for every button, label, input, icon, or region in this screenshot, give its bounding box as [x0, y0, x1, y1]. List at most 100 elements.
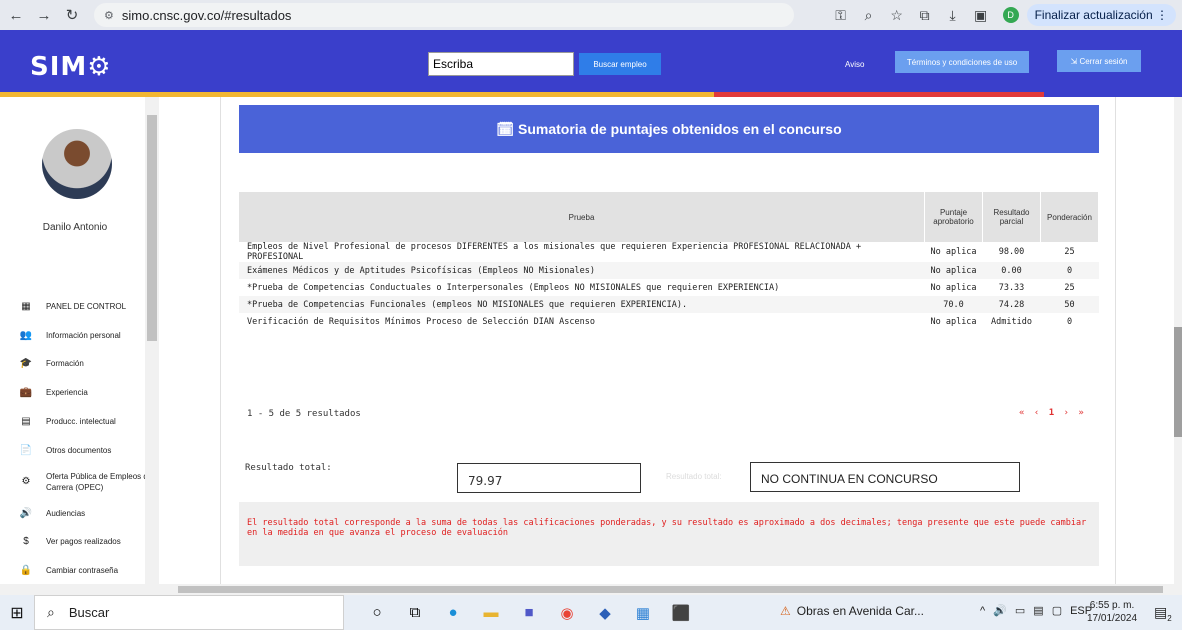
horizontal-scroll-thumb[interactable]	[178, 586, 1163, 593]
clock-date: 17/01/2024	[1087, 613, 1138, 624]
prev-page-button[interactable]: ‹	[1034, 408, 1039, 418]
url-text: simo.cnsc.gov.co/#resultados	[121, 7, 292, 23]
table-row: Exámenes Médicos y de Aptitudes Psicofís…	[239, 262, 1099, 279]
next-page-button[interactable]: ›	[1064, 408, 1069, 418]
audio-icon: 🔊	[19, 507, 33, 519]
results-table: Prueba Puntaje aprobatorio Resultado par…	[239, 192, 1099, 330]
cell-prueba: Verificación de Requisitos Mínimos Proce…	[247, 316, 595, 327]
sidebar-item-pagos[interactable]: $ Ver pagos realizados	[18, 528, 156, 557]
cortana-icon[interactable]: ○	[358, 604, 396, 621]
col-prueba: Prueba	[239, 192, 926, 242]
teams-icon[interactable]: ■	[510, 604, 548, 621]
network-icon[interactable]: ▤	[1033, 604, 1043, 617]
notification-icon[interactable]: ▤2	[1154, 604, 1172, 623]
terms-button[interactable]: Términos y condiciones de uso	[895, 51, 1029, 73]
last-page-button[interactable]: »	[1078, 408, 1083, 418]
cell-ponderacion: 0	[1040, 262, 1099, 279]
file-explorer-icon[interactable]: ▬	[472, 604, 510, 621]
taskbar-search[interactable]: ⌕ Buscar	[34, 595, 344, 630]
sidebar-scroll-thumb[interactable]	[147, 115, 157, 341]
sidebar-item-produccion[interactable]: ▤ Producc. intelectual	[18, 407, 156, 436]
sidebar-item-label: Otros documentos	[46, 445, 112, 455]
task-view-icon[interactable]: ⧉	[396, 604, 434, 621]
sidebar-item-label: Experiencia	[46, 388, 88, 398]
profile-avatar[interactable]: D	[1002, 7, 1019, 23]
address-bar[interactable]: ⚙ simo.cnsc.gov.co/#resultados	[94, 3, 794, 27]
cell-resultado: 98.00	[998, 247, 1025, 257]
results-count: 1 - 5 de 5 resultados	[247, 409, 361, 419]
page-scroll-thumb[interactable]	[1174, 327, 1182, 437]
table-row: *Prueba de Competencias Conductuales o I…	[239, 279, 1099, 296]
sidebar-item-experiencia[interactable]: 💼 Experiencia	[18, 378, 156, 407]
site-header: SIM⚙ Escriba Buscar empleo Aviso Término…	[0, 30, 1182, 92]
volume-icon[interactable]: 🔊	[993, 604, 1007, 617]
table-row: *Prueba de Competencias Funcionales (emp…	[239, 296, 1099, 313]
lock-icon: 🔒	[19, 565, 33, 577]
clock[interactable]: 6:55 p. m. 17/01/2024	[1087, 599, 1137, 625]
cell-ponderacion: 0	[1066, 316, 1073, 327]
back-icon[interactable]: ←	[4, 3, 28, 27]
results-banner: 🗓 Sumatoria de puntajes obtenidos en el …	[239, 105, 1099, 153]
sidepanel-icon[interactable]: ▣	[967, 7, 995, 24]
chrome-icon[interactable]: ◉	[548, 604, 586, 622]
download-icon[interactable]: ⤓	[939, 7, 967, 24]
logout-button[interactable]: ⇲ Cerrar sesión	[1057, 50, 1141, 72]
cell-prueba: Empleos de Nivel Profesional de procesos…	[247, 242, 862, 262]
sidebar-item-personal[interactable]: 👥 Información personal	[18, 321, 156, 350]
forward-icon[interactable]: →	[32, 3, 56, 27]
sidebar-item-password[interactable]: 🔒 Cambiar contraseña	[18, 556, 156, 585]
weather-widget[interactable]: ⚠ Obras en Avenida Car...	[780, 604, 924, 618]
aviso-link[interactable]: Aviso	[845, 60, 864, 69]
col-ponderacion: Ponderación	[1040, 192, 1099, 242]
graduation-icon: 🎓	[19, 358, 33, 370]
edge-icon[interactable]: ●	[434, 604, 472, 621]
sidebar-item-audiencias[interactable]: 🔊 Audiencias	[18, 499, 156, 528]
extensions-icon[interactable]: ⧉	[911, 7, 939, 24]
document-icon: 📄	[19, 444, 33, 456]
search-input[interactable]: Escriba	[428, 52, 574, 76]
first-page-button[interactable]: «	[1019, 408, 1024, 418]
total-value-field: 79.97	[457, 463, 641, 493]
table-row: Verificación de Requisitos Mínimos Proce…	[239, 313, 1099, 330]
briefcase-icon: 💼	[19, 387, 33, 399]
update-button[interactable]: Finalizar actualización ⋮	[1026, 4, 1176, 26]
tray-chevron-icon[interactable]: ^	[980, 605, 985, 617]
windows-start-icon[interactable]: ⊞	[0, 603, 34, 623]
battery-icon[interactable]: ▭	[1015, 604, 1025, 617]
horizontal-scrollbar[interactable]	[0, 584, 1182, 595]
acrobat-icon[interactable]: ⬛	[662, 604, 700, 622]
cell-ponderacion: 25	[1064, 247, 1075, 257]
store-icon[interactable]: ▦	[624, 604, 662, 622]
cell-resultado: 73.33	[998, 282, 1025, 293]
site-settings-icon[interactable]: ⚙	[104, 9, 114, 22]
sidebar-item-formacion[interactable]: 🎓 Formación	[18, 350, 156, 379]
cell-prueba: *Prueba de Competencias Funcionales (emp…	[239, 296, 925, 313]
sidebar-menu: ▦ PANEL DE CONTROL 👥 Información personal …	[18, 292, 156, 585]
sidebar-item-opec[interactable]: ⚙ Oferta Pública de Empleos de Carrera (O…	[18, 465, 156, 499]
current-page[interactable]: 1	[1049, 408, 1054, 418]
sidebar-item-label: Ver pagos realizados	[46, 537, 121, 547]
chat-icon[interactable]: ▢	[1052, 604, 1062, 617]
user-avatar	[42, 129, 112, 199]
sidebar-item-panel[interactable]: ▦ PANEL DE CONTROL	[18, 292, 156, 321]
sidebar: Danilo Antonio ▦ PANEL DE CONTROL 👥 Inform…	[0, 97, 160, 584]
sidebar-item-documentos[interactable]: 📄 Otros documentos	[18, 436, 156, 465]
cell-puntaje: No aplica	[930, 247, 977, 257]
page-scrollbar[interactable]	[1174, 97, 1182, 584]
bookmark-star-icon[interactable]: ☆	[883, 7, 911, 24]
key-icon[interactable]: ⚿	[827, 7, 855, 24]
simo-logo[interactable]: SIM⚙	[30, 52, 112, 82]
reload-icon[interactable]: ↻	[60, 3, 84, 27]
zoom-icon[interactable]: ⌕	[855, 7, 883, 24]
col-resultado: Resultado parcial	[982, 192, 1041, 242]
total-label: Resultado total:	[245, 463, 332, 473]
app-icon[interactable]: ◆	[586, 604, 624, 622]
sidebar-scrollbar[interactable]	[145, 97, 159, 584]
cell-ponderacion: 50	[1040, 296, 1099, 313]
weather-text: Obras en Avenida Car...	[796, 604, 924, 618]
search-button[interactable]: Buscar empleo	[579, 53, 661, 75]
logout-label: Cerrar sesión	[1079, 56, 1128, 66]
windows-taskbar: ⊞ ⌕ Buscar ○ ⧉ ● ▬ ■ ◉ ◆ ▦ ⬛ ⚠ Obras en Av…	[0, 595, 1182, 630]
sidebar-item-label: Cambiar contraseña	[46, 566, 119, 576]
cell-puntaje: No aplica	[930, 316, 977, 327]
